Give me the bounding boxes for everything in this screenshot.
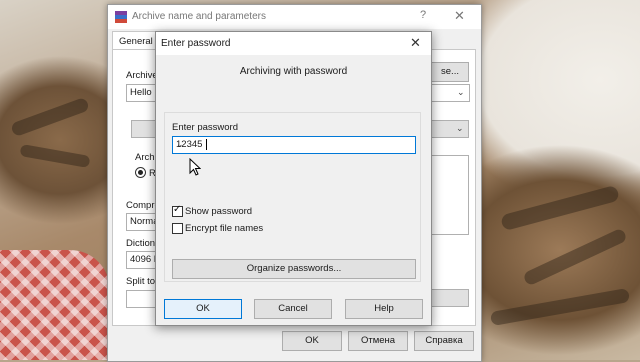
dictionary-label: Diction xyxy=(126,238,156,249)
show-password-label: Show password xyxy=(185,206,253,217)
fur-stripe xyxy=(10,96,90,138)
close-icon[interactable]: ✕ xyxy=(454,8,465,24)
pillow xyxy=(0,250,110,360)
ok-button[interactable]: OK xyxy=(282,331,342,351)
help-label: Справка xyxy=(425,335,463,346)
window-title: Archive name and parameters xyxy=(132,11,266,22)
tab-general-label: General xyxy=(119,36,153,47)
password-label: Enter password xyxy=(172,122,239,133)
fur-stripe xyxy=(522,227,628,287)
browse-label: se... xyxy=(441,66,459,77)
organize-passwords-button[interactable]: Organize passwords... xyxy=(172,259,416,279)
ok-button[interactable]: OK xyxy=(164,299,242,319)
ok-label: OK xyxy=(305,335,319,346)
close-icon[interactable]: ✕ xyxy=(410,35,421,51)
fur-stripe xyxy=(19,144,91,168)
archive-name-label: Archive xyxy=(126,70,158,81)
cancel-button[interactable]: Cancel xyxy=(254,299,332,319)
dialog-title: Enter password xyxy=(161,38,231,49)
password-input[interactable]: 12345 ⌄ xyxy=(172,136,416,154)
fur-stripe xyxy=(489,287,631,327)
help-button[interactable]: Help xyxy=(345,299,423,319)
winrar-icon xyxy=(115,11,127,23)
help-button[interactable]: Справка xyxy=(414,331,474,351)
fur-stripe xyxy=(499,184,621,232)
show-password-checkbox[interactable] xyxy=(172,204,183,217)
chevron-down-icon[interactable]: ⌄ xyxy=(176,139,412,150)
window-titlebar: Archive name and parameters ? ✕ xyxy=(108,5,481,29)
browse-button[interactable]: se... xyxy=(431,62,469,82)
cancel-label: Cancel xyxy=(278,303,308,314)
help-icon[interactable]: ? xyxy=(420,9,426,21)
dialog-heading: Archiving with password xyxy=(239,66,348,77)
format-rar-radio[interactable] xyxy=(135,167,146,178)
organize-passwords-label: Organize passwords... xyxy=(246,263,342,274)
archive-name-value: Hello xyxy=(130,87,152,98)
encrypt-file-names-label: Encrypt file names xyxy=(185,223,264,234)
mouse-pointer-icon xyxy=(189,158,201,176)
enter-password-dialog: Enter password ✕ Archiving with password… xyxy=(155,31,432,326)
dialog-titlebar: Enter password ✕ xyxy=(156,32,431,55)
ok-label: OK xyxy=(196,303,210,314)
encrypt-file-names-checkbox[interactable] xyxy=(172,223,183,234)
split-label: Split to xyxy=(126,276,156,287)
cancel-label: Отмена xyxy=(360,335,396,346)
cancel-button[interactable]: Отмена xyxy=(348,331,408,351)
chevron-down-icon: ⌄ xyxy=(456,123,464,133)
help-label: Help xyxy=(374,303,394,314)
tab-general[interactable]: General xyxy=(112,31,158,50)
chevron-down-icon: ⌄ xyxy=(457,87,465,97)
